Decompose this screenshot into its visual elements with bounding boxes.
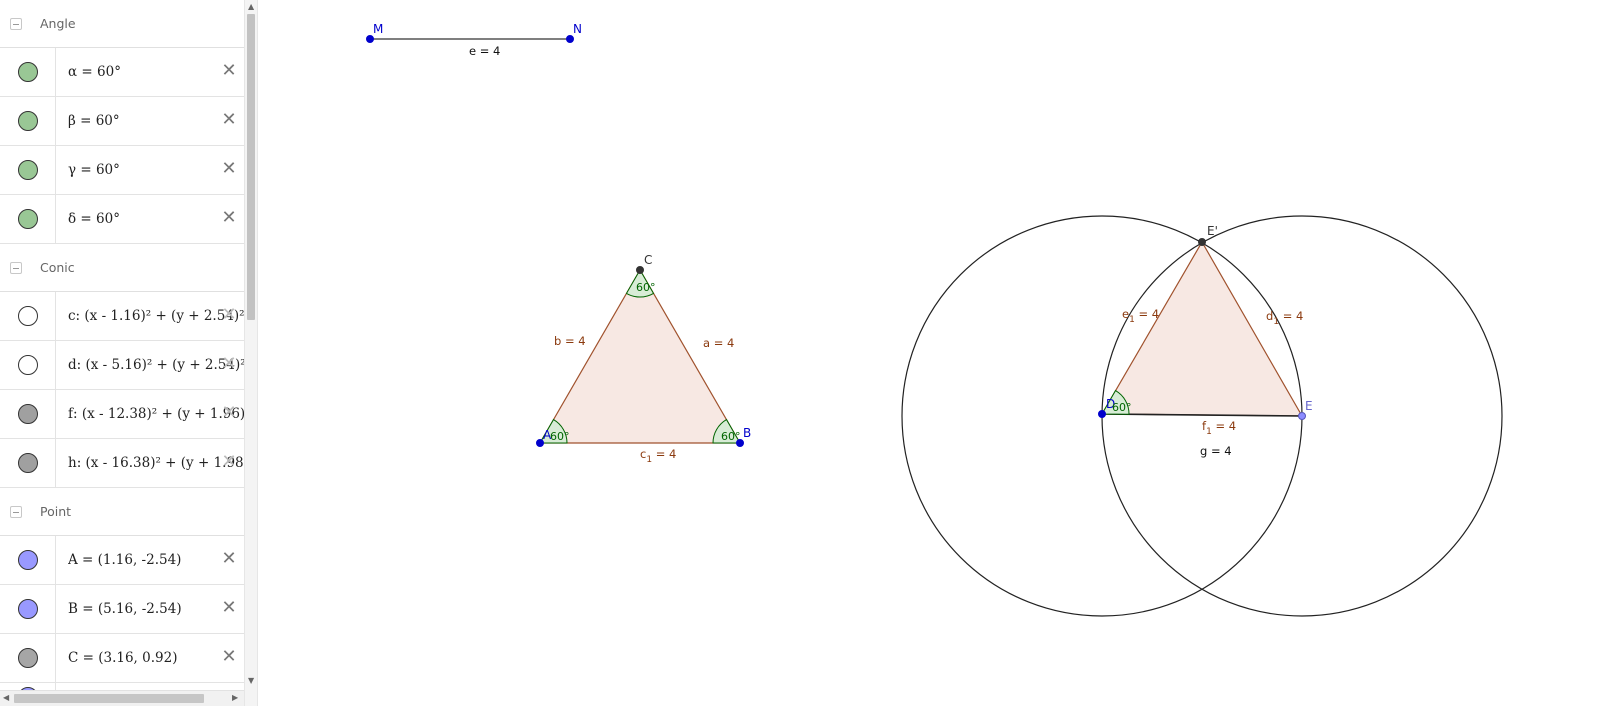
algebra-row-conic-f[interactable]: f: (x - 12.38)² + (y + 1.96)² = ✕ xyxy=(0,390,244,439)
category-label-conic: Conic xyxy=(40,260,75,275)
visibility-marble-icon[interactable] xyxy=(18,355,38,375)
horizontal-scroll-thumb[interactable] xyxy=(14,694,204,703)
category-header-conic[interactable]: Conic xyxy=(0,244,244,292)
delete-icon[interactable]: ✕ xyxy=(218,158,240,180)
graphics-view[interactable]: M N e = 4 A B C 60° 60° 60° b = 4 a = 4 … xyxy=(258,0,1616,706)
marble-cell xyxy=(0,48,56,96)
label-segment-e: e = 4 xyxy=(469,44,500,58)
angle-label-c: 60° xyxy=(636,281,656,294)
algebra-row-conic-c[interactable]: c: (x - 1.16)² + (y + 2.54)² = ✕ xyxy=(0,292,244,341)
category-label-point: Point xyxy=(40,504,72,519)
point-m[interactable] xyxy=(366,35,374,43)
angle-label-d: 60° xyxy=(1112,401,1132,414)
visibility-marble-icon[interactable] xyxy=(18,599,38,619)
delete-icon[interactable]: ✕ xyxy=(218,451,240,473)
category-header-point[interactable]: Point xyxy=(0,488,244,536)
scroll-right-icon[interactable]: ▶ xyxy=(232,693,238,703)
algebra-view: Angle α = 60° ✕ β = 60° ✕ γ = 60° ✕ δ = … xyxy=(0,0,244,706)
scroll-up-icon[interactable]: ▲ xyxy=(248,2,254,12)
visibility-marble-icon[interactable] xyxy=(18,648,38,668)
algebra-row-gamma[interactable]: γ = 60° ✕ xyxy=(0,146,244,195)
category-label-angle: Angle xyxy=(40,16,76,31)
graphics-canvas[interactable]: M N e = 4 A B C 60° 60° 60° b = 4 a = 4 … xyxy=(258,0,1616,706)
visibility-marble-icon[interactable] xyxy=(18,550,38,570)
visibility-marble-icon[interactable] xyxy=(18,62,38,82)
algebra-row-alpha[interactable]: α = 60° ✕ xyxy=(0,48,244,97)
angle-label-a: 60° xyxy=(550,430,570,443)
delete-icon[interactable]: ✕ xyxy=(218,304,240,326)
angle-label-b: 60° xyxy=(721,430,741,443)
delete-icon[interactable]: ✕ xyxy=(218,109,240,131)
point-c[interactable] xyxy=(636,266,644,274)
delete-icon[interactable]: ✕ xyxy=(218,60,240,82)
marble-cell xyxy=(0,146,56,194)
marble-cell xyxy=(0,439,56,487)
scroll-left-icon[interactable]: ◀ xyxy=(3,693,9,703)
visibility-marble-icon[interactable] xyxy=(18,209,38,229)
visibility-marble-icon[interactable] xyxy=(18,160,38,180)
collapse-toggle-icon[interactable] xyxy=(10,262,22,274)
triangle-dee[interactable] xyxy=(1100,240,1304,417)
delete-icon[interactable]: ✕ xyxy=(218,548,240,570)
algebra-row-point-a[interactable]: A = (1.16, -2.54) ✕ xyxy=(0,536,244,585)
label-side-a: a = 4 xyxy=(703,336,734,350)
visibility-marble-icon[interactable] xyxy=(18,404,38,424)
label-n: N xyxy=(573,22,582,36)
algebra-row-delta[interactable]: δ = 60° ✕ xyxy=(0,195,244,244)
algebra-row-beta[interactable]: β = 60° ✕ xyxy=(0,97,244,146)
visibility-marble-icon[interactable] xyxy=(18,111,38,131)
algebra-row-point-c[interactable]: C = (3.16, 0.92) ✕ xyxy=(0,634,244,683)
marble-cell xyxy=(0,195,56,243)
algebra-row-conic-d[interactable]: d: (x - 5.16)² + (y + 2.54)² = ✕ xyxy=(0,341,244,390)
marble-cell xyxy=(0,634,56,682)
scroll-down-icon[interactable]: ▼ xyxy=(248,676,254,686)
label-side-c1: c1 = 4 xyxy=(640,447,676,465)
point-d[interactable] xyxy=(1098,410,1106,418)
marble-cell xyxy=(0,536,56,584)
visibility-marble-icon[interactable] xyxy=(18,453,38,473)
point-e[interactable] xyxy=(1298,412,1306,420)
vertical-scroll-thumb[interactable] xyxy=(247,14,255,320)
delete-icon[interactable]: ✕ xyxy=(218,646,240,668)
label-side-f1: f1 = 4 xyxy=(1202,419,1236,437)
label-side-d1: d1 = 4 xyxy=(1266,309,1303,327)
category-header-angle[interactable]: Angle xyxy=(0,0,244,48)
collapse-toggle-icon[interactable] xyxy=(10,506,22,518)
label-c: C xyxy=(644,253,652,267)
delete-icon[interactable]: ✕ xyxy=(218,207,240,229)
delete-icon[interactable]: ✕ xyxy=(218,597,240,619)
algebra-row-conic-h[interactable]: h: (x - 16.38)² + (y + 1.98)² = ✕ xyxy=(0,439,244,488)
label-e: E xyxy=(1305,399,1313,413)
vertical-scrollbar[interactable]: ▲ ▼ xyxy=(244,0,258,706)
label-segment-g: g = 4 xyxy=(1200,444,1232,458)
collapse-toggle-icon[interactable] xyxy=(10,18,22,30)
label-e-prime: E' xyxy=(1207,224,1218,238)
point-n[interactable] xyxy=(566,35,574,43)
marble-cell xyxy=(0,292,56,340)
marble-cell xyxy=(0,97,56,145)
point-e-prime[interactable] xyxy=(1198,238,1206,246)
delete-icon[interactable]: ✕ xyxy=(218,402,240,424)
label-m: M xyxy=(373,22,383,36)
horizontal-scrollbar[interactable]: ◀ ▶ xyxy=(0,690,244,706)
marble-cell xyxy=(0,585,56,633)
algebra-row-point-b[interactable]: B = (5.16, -2.54) ✕ xyxy=(0,585,244,634)
marble-cell xyxy=(0,390,56,438)
label-side-e1: e1 = 4 xyxy=(1122,307,1159,325)
marble-cell xyxy=(0,341,56,389)
label-b: B xyxy=(743,426,751,440)
label-side-b: b = 4 xyxy=(554,334,586,348)
visibility-marble-icon[interactable] xyxy=(18,306,38,326)
delete-icon[interactable]: ✕ xyxy=(218,353,240,375)
